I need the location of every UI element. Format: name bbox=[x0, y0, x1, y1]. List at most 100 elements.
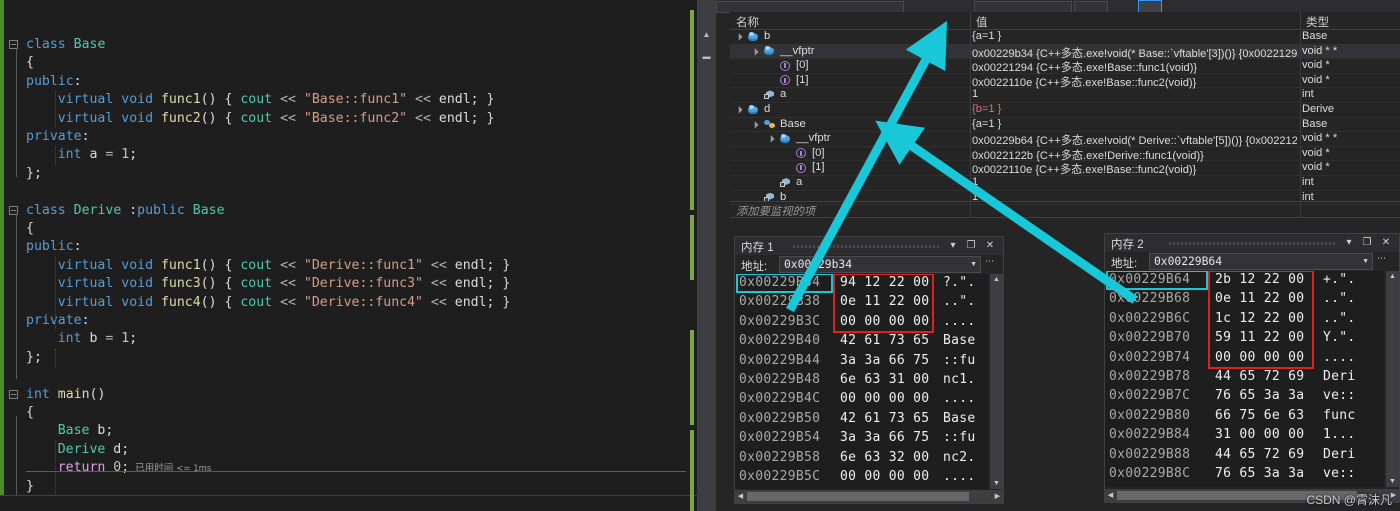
memory-row[interactable]: 0x00229B84 31 00 00 00 1... bbox=[1105, 426, 1384, 445]
memory-row[interactable]: 0x00229B44 3a 3a 66 75::fu bbox=[735, 352, 988, 371]
watch-column-type[interactable]: 类型 bbox=[1306, 14, 1329, 30]
watch-row-name[interactable]: a bbox=[796, 176, 802, 188]
watch-add-item-row[interactable]: 添加要监视的项 bbox=[730, 201, 1400, 218]
scroll-down-arrow[interactable]: ▼ bbox=[992, 479, 1001, 488]
watch-row[interactable]: [1] 0x0022110e {C++多态.exe!Base::func2(voi… bbox=[730, 160, 1400, 176]
code-line[interactable]: virtual void func4() { cout << "Derive::… bbox=[58, 294, 511, 312]
memory-window-2[interactable]: 内存 2 ▾ ❐ ✕ 地址: 0x00229B64 ▼ ⋯ 0x00229B64… bbox=[1104, 233, 1400, 503]
code-line[interactable]: public: bbox=[26, 73, 82, 91]
memory-row[interactable]: 0x00229B48 6e 63 31 00 nc1. bbox=[735, 371, 988, 390]
memory-window-1[interactable]: 内存 1 ▾ ❐ ✕ 地址: 0x00229b34 ▼ ⋯ 0x00229B34… bbox=[734, 236, 1004, 504]
code-line[interactable]: }; bbox=[26, 165, 42, 183]
expander-icon[interactable]: ◢ bbox=[735, 32, 745, 42]
editor-code-area[interactable]: class Base −{public: virtual void func1() … bbox=[9, 0, 696, 511]
toolbar-forward-button[interactable] bbox=[956, 1, 970, 11]
toolbar-button-1[interactable] bbox=[912, 1, 928, 11]
chevron-down-icon[interactable]: ▼ bbox=[970, 261, 977, 268]
code-line[interactable]: { bbox=[26, 54, 34, 72]
code-line[interactable]: virtual void func2() { cout << "Base::fu… bbox=[58, 110, 495, 128]
code-line[interactable]: int b = 1; bbox=[58, 330, 137, 348]
watch-row-name[interactable]: [1] bbox=[796, 74, 809, 86]
watch-row[interactable]: ◢ b {a=1 } Base bbox=[730, 29, 1400, 45]
watch-row-value[interactable]: {a=1 } bbox=[972, 118, 1297, 130]
code-line[interactable]: return 0; 已用时间 <= 1ms bbox=[58, 459, 212, 477]
watch-row-name[interactable]: [1] bbox=[812, 161, 825, 173]
memory1-overflow-icon[interactable]: ⋯ bbox=[985, 256, 994, 267]
memory-row[interactable]: 0x00229B5C 00 00 00 00.... bbox=[735, 468, 988, 487]
watch-row-name[interactable]: __vfptr bbox=[796, 132, 831, 144]
memory-row[interactable]: 0x00229B40 42 61 73 65 Base bbox=[735, 332, 988, 351]
watch-row-name[interactable]: b bbox=[764, 30, 770, 42]
code-line[interactable]: }; bbox=[26, 349, 42, 367]
memory-row[interactable]: 0x00229B80 66 75 6e 63 func bbox=[1105, 407, 1384, 426]
window-dropdown-icon[interactable]: ▾ bbox=[947, 240, 959, 252]
scroll-right-arrow[interactable]: ▶ bbox=[993, 492, 1002, 501]
memory-row[interactable]: 0x00229B8C 76 65 3a 3a ve:: bbox=[1105, 465, 1384, 484]
memory-row[interactable]: 0x00229B78 44 65 72 69 Deri bbox=[1105, 368, 1384, 387]
watch-row[interactable]: a 1 int bbox=[730, 87, 1400, 103]
code-editor[interactable]: class Base −{public: virtual void func1() … bbox=[0, 0, 716, 511]
watch-row[interactable]: ◢ __vfptr 0x00229b34 {C++多态.exe!void(* Bas… bbox=[730, 43, 1400, 60]
watch-row[interactable]: [1] 0x0022110e {C++多态.exe!Base::func2(voi… bbox=[730, 72, 1400, 89]
collapse-toggle-icon[interactable]: − bbox=[9, 389, 18, 399]
memory2-address-input[interactable]: 0x00229B64 ▼ bbox=[1149, 253, 1373, 270]
code-line[interactable]: private: bbox=[26, 128, 90, 146]
code-line[interactable]: int a = 1; bbox=[58, 146, 137, 164]
scroll-up-arrow[interactable]: ▲ bbox=[701, 30, 712, 40]
memory-row[interactable]: 0x00229B88 44 65 72 69 Deri bbox=[1105, 446, 1384, 465]
window-close-icon[interactable]: ✕ bbox=[984, 240, 996, 252]
expander-icon[interactable]: ◢ bbox=[751, 119, 761, 129]
watch-row-name[interactable]: __vfptr bbox=[780, 45, 815, 57]
expander-icon[interactable]: ◢ bbox=[751, 46, 761, 56]
scroll-left-arrow[interactable]: ◀ bbox=[1106, 491, 1115, 500]
memory2-vertical-scrollbar[interactable]: ▲ ▼ bbox=[1386, 271, 1399, 487]
memory-row[interactable]: 0x00229B54 3a 3a 66 75::fu bbox=[735, 429, 988, 448]
watch-row-name[interactable]: d bbox=[764, 103, 770, 115]
window-close-icon[interactable]: ✕ bbox=[1380, 237, 1392, 249]
editor-vertical-scrollbar[interactable]: ▲ ▬ bbox=[697, 0, 716, 511]
memory1-vertical-scrollbar[interactable]: ▲ ▼ bbox=[990, 274, 1003, 489]
editor-gutter[interactable] bbox=[4, 0, 26, 511]
memory2-address-bar[interactable]: 地址: 0x00229B64 ▼ ⋯ bbox=[1105, 252, 1399, 271]
code-line[interactable]: { bbox=[26, 220, 34, 238]
scroll-up-arrow[interactable]: ▲ bbox=[1388, 272, 1397, 281]
memory-row[interactable]: 0x00229B50 42 61 73 65 Base bbox=[735, 410, 988, 429]
watch-row[interactable]: a 1 int bbox=[730, 175, 1400, 191]
toolbar-back-button[interactable] bbox=[938, 1, 952, 11]
window-dropdown-icon[interactable]: ▾ bbox=[1343, 237, 1355, 249]
code-line[interactable]: virtual void func1() { cout << "Derive::… bbox=[58, 257, 511, 275]
scroll-left-arrow[interactable]: ◀ bbox=[736, 492, 745, 501]
code-line[interactable]: { bbox=[26, 404, 34, 422]
expander-icon[interactable]: ◢ bbox=[767, 134, 777, 144]
memory1-hex-body[interactable]: 0x00229B34 94 12 22 00 ?.". 0x00229B38 0e 11… bbox=[735, 274, 988, 489]
watch-row-value[interactable]: 1 bbox=[972, 176, 1297, 188]
scroll-up-arrow[interactable]: ▲ bbox=[992, 275, 1001, 284]
code-line[interactable]: class Base − bbox=[9, 36, 105, 54]
watch-column-name[interactable]: 名称 bbox=[736, 14, 759, 30]
watch-row-value[interactable]: {b=1 } bbox=[972, 103, 1297, 115]
memory1-hscroll-thumb[interactable] bbox=[747, 492, 969, 501]
watch-row[interactable]: [0] 0x0022122b {C++多态.exe!Derive::func1(v… bbox=[730, 145, 1400, 162]
memory1-address-input[interactable]: 0x00229b34 ▼ bbox=[779, 256, 981, 273]
code-line[interactable]: Derive d; bbox=[58, 441, 129, 459]
memory-row[interactable]: 0x00229B58 6e 63 32 00 nc2. bbox=[735, 449, 988, 468]
watch-row-name[interactable]: [0] bbox=[812, 147, 825, 159]
window-restore-icon[interactable]: ❐ bbox=[965, 240, 977, 252]
memory1-horizontal-scrollbar[interactable]: ◀ ▶ bbox=[735, 490, 1003, 503]
memory1-address-bar[interactable]: 地址: 0x00229b34 ▼ ⋯ bbox=[735, 255, 1003, 274]
code-line[interactable]: public: bbox=[26, 238, 82, 256]
memory2-title-bar[interactable]: 内存 2 ▾ ❐ ✕ bbox=[1105, 234, 1399, 252]
watch-column-value[interactable]: 值 bbox=[976, 14, 988, 30]
code-line[interactable]: } bbox=[26, 478, 34, 496]
watch-row-name[interactable]: Base bbox=[780, 118, 806, 130]
watch-row-name[interactable]: a bbox=[780, 88, 786, 100]
watch-row-value[interactable]: 1 bbox=[972, 88, 1297, 100]
expander-icon[interactable]: ◢ bbox=[735, 105, 745, 115]
code-line[interactable]: virtual void func3() { cout << "Derive::… bbox=[58, 275, 511, 293]
scroll-down-arrow[interactable]: ▼ bbox=[1388, 477, 1397, 486]
code-line[interactable]: class Derive :public Base − bbox=[9, 202, 225, 220]
watch-row[interactable]: ◢ __vfptr 0x00229b64 {C++多态.exe!void(* Der… bbox=[730, 131, 1400, 147]
window-restore-icon[interactable]: ❐ bbox=[1361, 237, 1373, 249]
watch-row-name[interactable]: [0] bbox=[796, 59, 809, 71]
memory-row[interactable]: 0x00229B7C 76 65 3a 3a ve:: bbox=[1105, 387, 1384, 406]
